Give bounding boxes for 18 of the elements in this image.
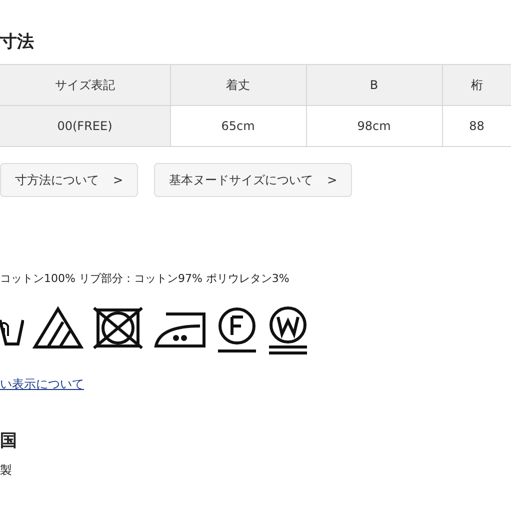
care-label-link[interactable]: い表示について <box>0 376 84 393</box>
table-cell: 00(FREE) <box>0 106 170 146</box>
origin-text: 製 <box>0 462 13 479</box>
material-text: コットン100% リブ部分：コットン97% ポリウレタン3% <box>0 271 290 286</box>
section-heading: 寸法 <box>0 31 35 54</box>
crossed-dryer-icon <box>92 306 144 350</box>
section-heading: 国 <box>0 430 18 452</box>
triangle-icon <box>32 306 84 350</box>
table-cell: 98cm <box>306 106 442 146</box>
wet-clean-w-icon <box>266 306 310 356</box>
table-cell: 65cm <box>170 106 306 146</box>
info-button[interactable]: 寸方法について > <box>0 163 138 197</box>
column-header: B <box>306 64 442 106</box>
dry-clean-f-icon <box>216 306 258 354</box>
column-header: 桁 <box>442 64 511 106</box>
column-header: 着丈 <box>170 64 306 106</box>
column-header: サイズ表記 <box>0 64 170 106</box>
info-button[interactable]: 基本ヌードサイズについて > <box>154 163 352 197</box>
